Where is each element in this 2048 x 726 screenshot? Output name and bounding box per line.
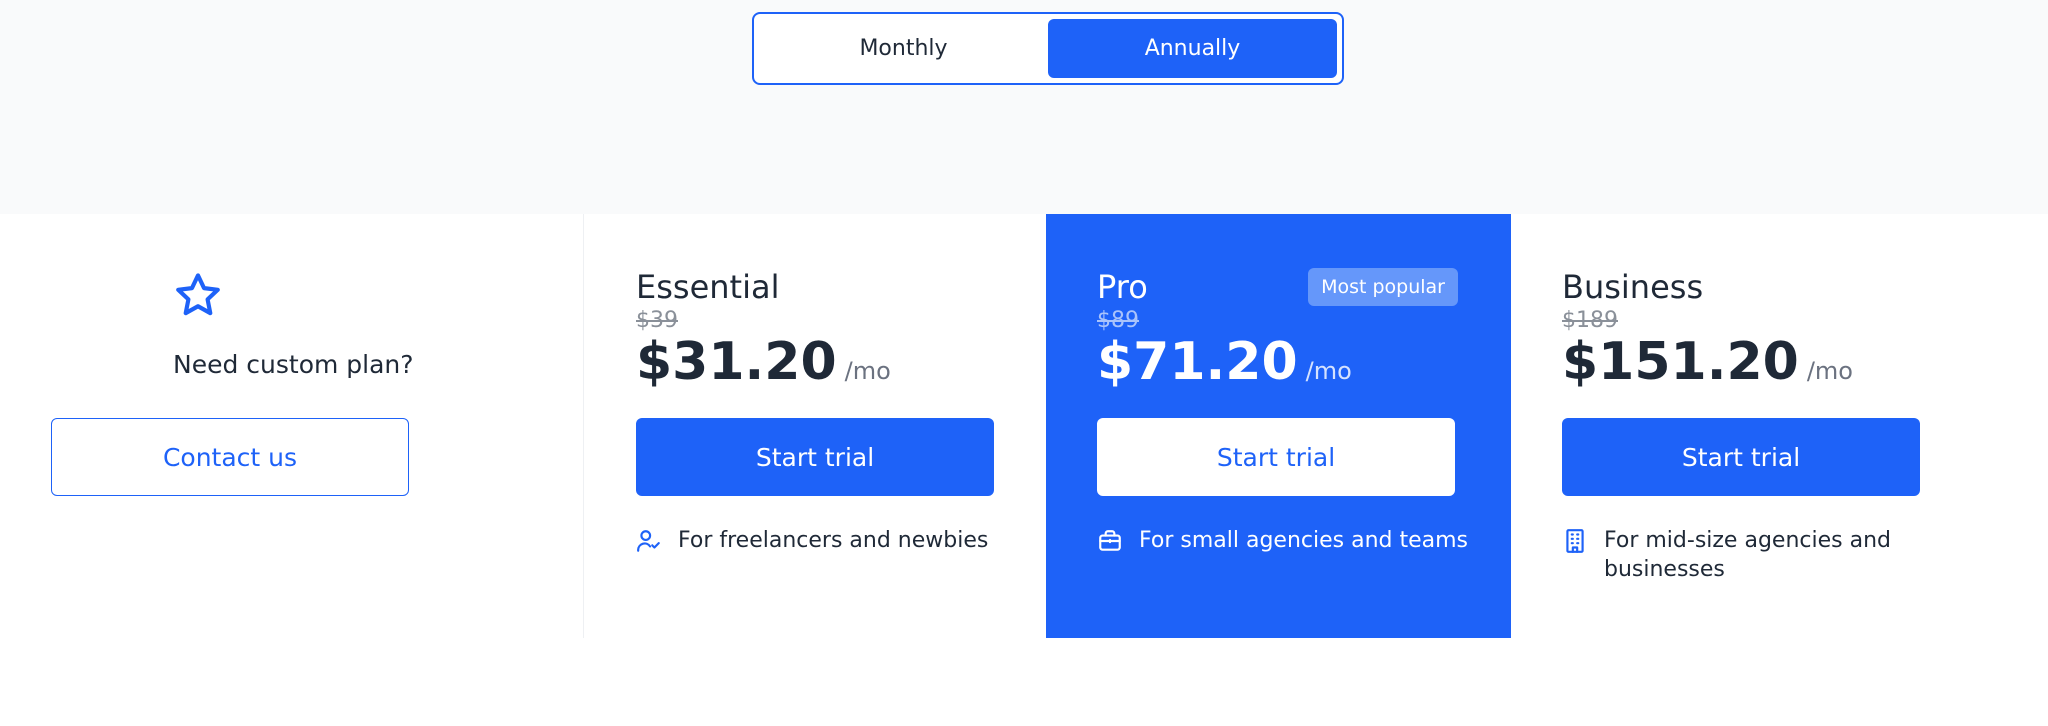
price-row: $151.20 /mo xyxy=(1562,332,1853,392)
old-price: $89 xyxy=(1097,308,1139,333)
plan-feature-text: For mid-size agencies and businesses xyxy=(1604,528,1891,582)
pricing-table: Need custom plan? Contact us Essential $… xyxy=(0,214,2048,638)
price-period: /mo xyxy=(844,357,891,385)
plan-name: Pro xyxy=(1097,268,1148,306)
star-icon xyxy=(176,273,220,316)
briefcase-icon xyxy=(1099,530,1121,551)
plan-price: $151.20 xyxy=(1562,332,1799,392)
plan-feature: For mid-size agencies and businesses xyxy=(1562,526,1942,584)
old-price: $189 xyxy=(1562,308,1618,333)
next-section-heading-fragment xyxy=(173,708,293,726)
contact-us-button[interactable]: Contact us xyxy=(51,418,409,496)
plan-name: Essential xyxy=(636,268,780,306)
plan-card-pro: Pro Most popular $89 $71.20 /mo Start tr… xyxy=(1046,214,1511,638)
price-period: /mo xyxy=(1806,357,1853,385)
plan-price: $31.20 xyxy=(636,332,837,392)
plan-feature: For small agencies and teams xyxy=(1097,526,1477,555)
price-period: /mo xyxy=(1305,357,1352,385)
plan-feature-text: For small agencies and teams xyxy=(1139,528,1469,553)
billing-toggle: Monthly Annually xyxy=(752,12,1344,85)
start-trial-button-business[interactable]: Start trial xyxy=(1562,418,1920,496)
annually-toggle-button[interactable]: Annually xyxy=(1048,19,1337,78)
start-trial-button-pro[interactable]: Start trial xyxy=(1097,418,1455,496)
plan-card-business: Business $189 $151.20 /mo Start trial Fo… xyxy=(1511,214,1976,638)
price-row: $31.20 /mo xyxy=(636,332,891,392)
monthly-toggle-button[interactable]: Monthly xyxy=(759,19,1048,78)
start-trial-button-essential[interactable]: Start trial xyxy=(636,418,994,496)
most-popular-badge: Most popular xyxy=(1308,268,1458,306)
plan-feature: For freelancers and newbies xyxy=(636,526,1016,555)
plan-price: $71.20 xyxy=(1097,332,1298,392)
price-row: $71.20 /mo xyxy=(1097,332,1352,392)
user-check-icon xyxy=(637,530,660,552)
plan-name: Business xyxy=(1562,268,1704,306)
custom-plan-question: Need custom plan? xyxy=(173,350,414,379)
custom-plan-column: Need custom plan? Contact us xyxy=(0,214,584,638)
plan-feature-text: For freelancers and newbies xyxy=(678,528,989,553)
building-icon xyxy=(1566,529,1584,553)
plan-card-essential: Essential $39 $31.20 /mo Start trial For… xyxy=(585,214,1046,638)
old-price: $39 xyxy=(636,308,678,333)
